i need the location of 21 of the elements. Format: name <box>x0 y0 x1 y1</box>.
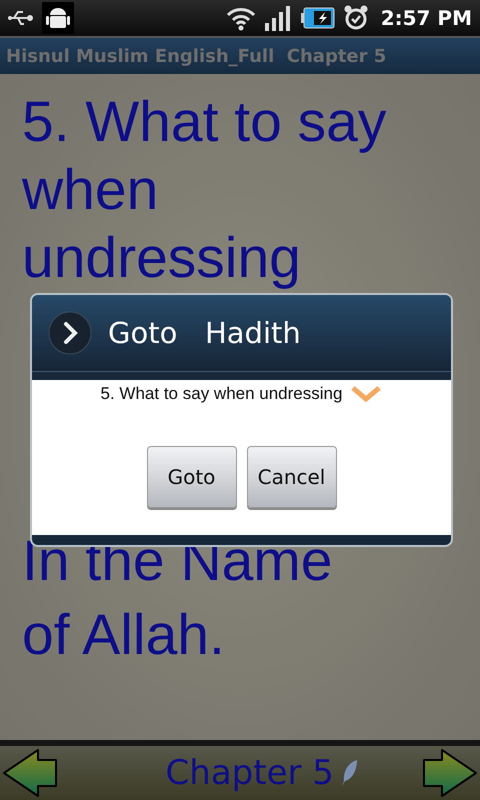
chapter-text-line: undressing <box>22 225 302 292</box>
chapter-text-line: of Allah. <box>22 602 226 669</box>
alarm-clock-icon <box>342 5 369 31</box>
dialog-title: Goto Hadith <box>108 316 301 350</box>
chapter-label: Chapter 5 <box>166 753 334 793</box>
android-icon[interactable] <box>42 2 74 34</box>
cancel-button[interactable]: Cancel <box>246 446 336 508</box>
wifi-icon <box>224 5 257 31</box>
chapter-text-line: when <box>22 157 160 224</box>
left-arrow-icon[interactable] <box>2 748 58 798</box>
right-arrow-icon[interactable] <box>422 748 478 798</box>
signal-icon <box>264 5 293 31</box>
feather-icon[interactable] <box>341 759 360 787</box>
chapter-text-line: 5. What to say <box>22 89 388 156</box>
usb-icon <box>8 9 34 27</box>
battery-charging-icon <box>300 7 335 29</box>
goto-button[interactable]: Goto <box>146 446 236 508</box>
app-title: Hisnul Muslim English_Full Chapter 5 <box>6 46 386 66</box>
hadith-dropdown[interactable]: 5. What to say when undressing <box>100 384 342 404</box>
clock-time: 2:57 PM <box>380 6 472 30</box>
chevron-right-icon <box>48 311 92 355</box>
